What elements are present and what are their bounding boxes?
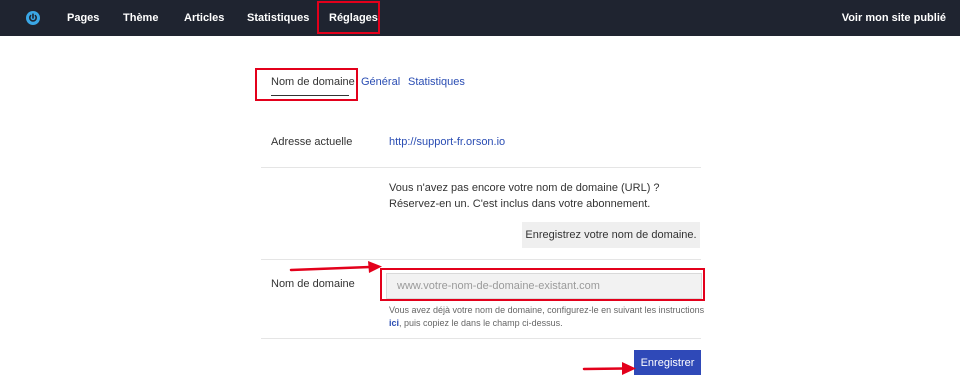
top-navigation-bar: Pages Thème Articles Statistiques Réglag… xyxy=(0,0,960,36)
help-text-suffix: , puis copiez le dans le champ ci-dessus… xyxy=(399,318,563,328)
row-divider xyxy=(261,167,701,168)
domain-help-text: Vous avez déjà votre nom de domaine, con… xyxy=(389,304,709,330)
save-button[interactable]: Enregistrer xyxy=(634,350,701,375)
tab-annotation-box xyxy=(255,68,358,101)
settings-annotation-box xyxy=(317,1,380,34)
domain-name-label: Nom de domaine xyxy=(271,278,355,290)
row-divider xyxy=(261,338,701,339)
help-text-prefix: Vous avez déjà votre nom de domaine, con… xyxy=(389,305,705,315)
annotation-arrow-save xyxy=(582,362,636,375)
annotation-arrow-input xyxy=(289,261,382,273)
reserve-domain-button[interactable]: Enregistrez votre nom de domaine. xyxy=(522,222,700,248)
nav-articles[interactable]: Articles xyxy=(184,0,224,36)
reserve-domain-text: Vous n'avez pas encore votre nom de doma… xyxy=(389,182,660,210)
input-annotation-box xyxy=(380,268,705,301)
view-site-link[interactable]: Voir mon site publié xyxy=(842,0,946,36)
nav-statistics[interactable]: Statistiques xyxy=(247,0,309,36)
current-address-label: Adresse actuelle xyxy=(271,136,353,148)
tab-general[interactable]: Général xyxy=(361,76,400,88)
help-instructions-link[interactable]: ici xyxy=(389,318,399,328)
tab-statistics[interactable]: Statistiques xyxy=(408,76,465,88)
power-icon[interactable] xyxy=(26,11,40,25)
current-address-url[interactable]: http://support-fr.orson.io xyxy=(389,136,505,148)
nav-theme[interactable]: Thème xyxy=(123,0,158,36)
nav-pages[interactable]: Pages xyxy=(67,0,99,36)
